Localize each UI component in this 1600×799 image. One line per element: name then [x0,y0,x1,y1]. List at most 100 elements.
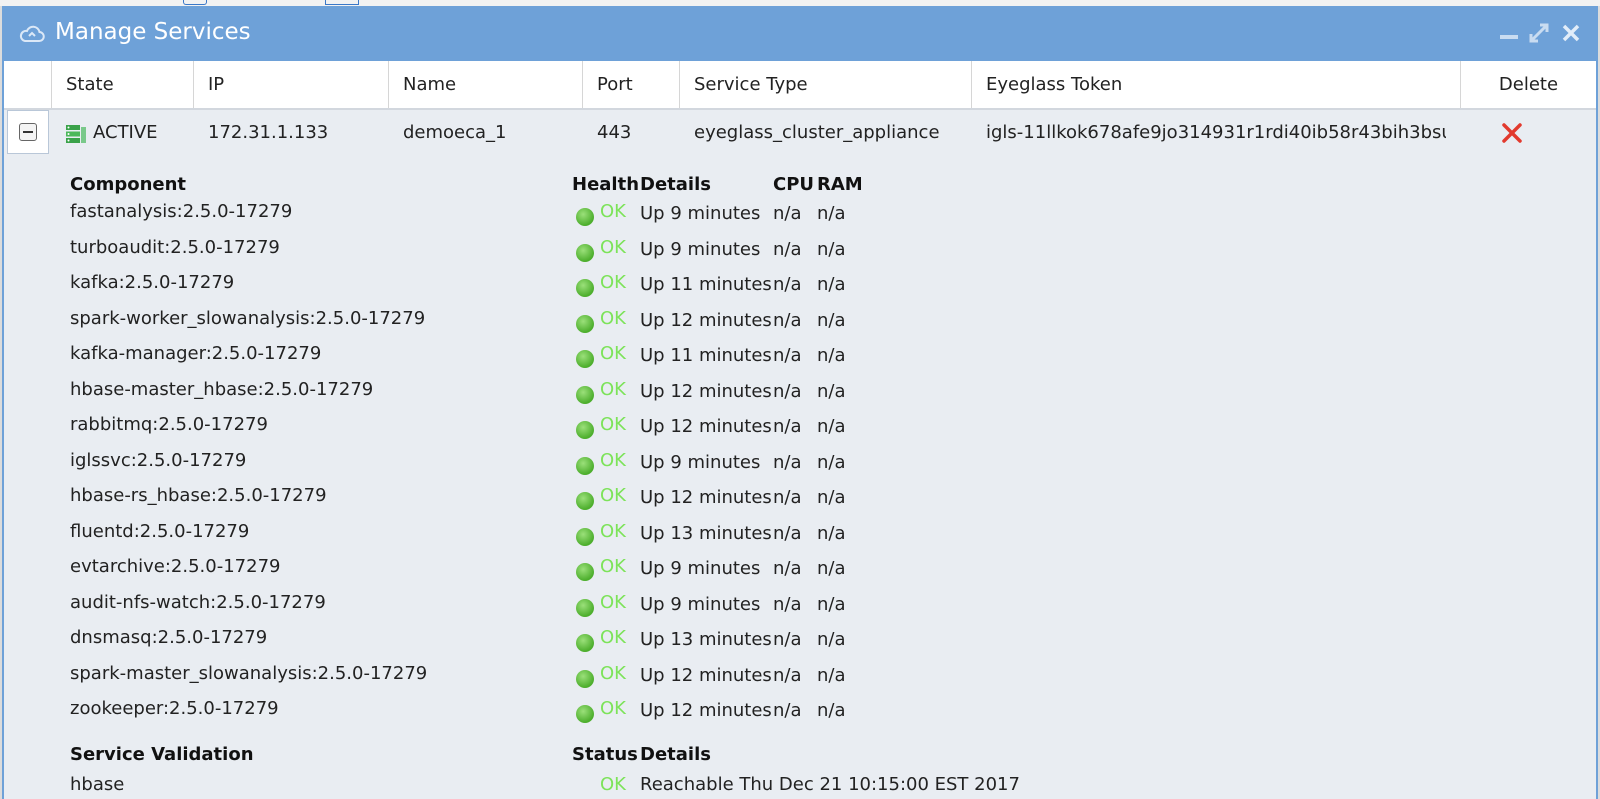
background-button [325,0,359,5]
ram-value: n/a [817,238,846,260]
component-row: audit-nfs-watch:2.5.0-17279 OK Up 9 minute… [4,592,1596,626]
health-details: Up 9 minutes [640,593,761,615]
component-name: hbase-master_hbase:2.5.0-17279 [70,378,374,400]
component-row: kafka-manager:2.5.0-17279 OK Up 11 minutes… [4,343,1596,377]
cpu-value: n/a [773,309,802,331]
header-eyeglass-token[interactable]: Eyeglass Token [971,61,1460,108]
row-ip: 172.31.1.133 [208,122,329,143]
health-details: Up 9 minutes [640,203,761,224]
header-expander [4,61,51,108]
health-status-icon [576,421,594,439]
health-details: Up 13 minutes [640,629,772,650]
minimize-icon[interactable] [1498,22,1520,44]
dialog-title: Manage Services [55,19,251,45]
component-name: zookeeper:2.5.0-17279 [70,698,279,719]
row-name: demoeca_1 [403,122,507,143]
header-state[interactable]: State [51,61,193,108]
validation-details: Reachable Thu Dec 21 10:15:00 EST 2017 [640,774,1020,795]
health-details: Up 9 minutes [640,558,761,579]
header-service-type[interactable]: Service Type [679,61,971,108]
delete-x-icon[interactable] [1501,122,1523,144]
component-name: turboaudit:2.5.0-17279 [70,236,280,258]
component-row: rabbitmq:2.5.0-17279 OK Up 12 minutes n/a n/… [4,414,1596,448]
component-row: iglssvc:2.5.0-17279 OK Up 9 minutes n/a n/a [4,450,1596,484]
component-name: fastanalysis:2.5.0-17279 [70,201,293,222]
component-name: dnsmasq:2.5.0-17279 [70,627,268,648]
health-status: OK [600,378,626,400]
health-status-icon [576,385,594,404]
header-port[interactable]: Port [582,61,679,108]
component-row: spark-worker_slowanalysis:2.5.0-17279 OK U… [4,308,1596,342]
background-button [183,0,207,5]
health-details: Up 9 minutes [640,451,761,473]
health-status-icon [576,279,594,297]
ram-value: n/a [817,416,846,437]
header-ip[interactable]: IP [193,61,388,108]
component-row: zookeeper:2.5.0-17279 OK Up 12 minutes n/a n… [4,698,1596,732]
health-status-icon [576,669,594,688]
cpu-value: n/a [773,629,802,650]
dialog-titlebar[interactable]: Manage Services [4,6,1596,61]
component-row: fastanalysis:2.5.0-17279 OK Up 9 minutes n/… [4,201,1596,235]
table-row[interactable]: ACTIVE 172.31.1.133 demoeca_1 443 eyegla… [4,110,1596,156]
component-row: turboaudit:2.5.0-17279 OK Up 9 minutes n/a n… [4,237,1596,271]
component-name: kafka:2.5.0-17279 [70,272,235,293]
cpu-value: n/a [773,522,802,544]
health-status: OK [600,591,626,613]
cpu-value: n/a [773,203,802,224]
component-name: iglssvc:2.5.0-17279 [70,449,247,471]
cpu-value: n/a [773,380,802,402]
cpu-value: n/a [773,238,802,260]
header-name[interactable]: Name [388,61,582,108]
health-status-icon [576,563,594,581]
component-row: evtarchive:2.5.0-17279 OK Up 9 minutes n/a n… [4,556,1596,590]
maximize-icon[interactable] [1528,22,1550,44]
component-name: kafka-manager:2.5.0-17279 [70,343,322,364]
health-status: OK [600,236,626,258]
health-details: Up 12 minutes [640,487,772,508]
component-name: evtarchive:2.5.0-17279 [70,556,281,577]
manage-services-dialog: Manage Services State IP Name Port Servi… [2,6,1598,799]
cpu-value: n/a [773,558,802,579]
close-icon[interactable] [1560,22,1582,44]
health-status-icon [576,314,594,333]
health-status: OK [600,556,626,577]
health-status: OK [600,414,626,435]
row-port: 443 [597,122,632,143]
health-status: OK [600,201,626,222]
component-row: fluentd:2.5.0-17279 OK Up 13 minutes n/a n/a [4,521,1596,555]
ram-value: n/a [817,700,846,721]
ram-value: n/a [817,593,846,615]
service-detail-panel: Component Health Details CPU RAM fastana… [4,156,1596,799]
health-status-icon [576,705,594,723]
component-row: kafka:2.5.0-17279 OK Up 11 minutes n/a n/a [4,272,1596,306]
status-header: Status [572,744,638,765]
table-header: State IP Name Port Service Type Eyeglass… [4,61,1596,110]
component-row: hbase-master_hbase:2.5.0-17279 OK Up 12 mi… [4,379,1596,413]
cpu-value: n/a [773,593,802,615]
health-status-icon [576,243,594,262]
health-status-icon [576,208,594,226]
health-status-icon [576,456,594,475]
server-stack-icon [66,125,86,143]
health-status: OK [600,662,626,684]
cpu-value: n/a [773,345,802,366]
header-delete[interactable]: Delete [1460,61,1596,108]
health-details: Up 13 minutes [640,522,772,544]
health-status: OK [600,698,626,719]
cpu-value: n/a [773,274,802,295]
health-details: Up 12 minutes [640,309,772,331]
cpu-header: CPU [773,174,815,195]
component-row: spark-master_slowanalysis:2.5.0-17279 OK U… [4,663,1596,697]
cpu-value: n/a [773,416,802,437]
ram-value: n/a [817,451,846,473]
component-row: dnsmasq:2.5.0-17279 OK Up 13 minutes n/a n/a [4,627,1596,661]
status-details-header: Details [640,744,711,765]
health-status-icon [576,634,594,652]
component-header: Component [70,174,187,195]
component-name: rabbitmq:2.5.0-17279 [70,414,268,435]
health-status: OK [600,520,626,542]
component-row: hbase-rs_hbase:2.5.0-17279 OK Up 12 minute… [4,485,1596,519]
health-details: Up 11 minutes [640,274,772,295]
ram-value: n/a [817,522,846,544]
